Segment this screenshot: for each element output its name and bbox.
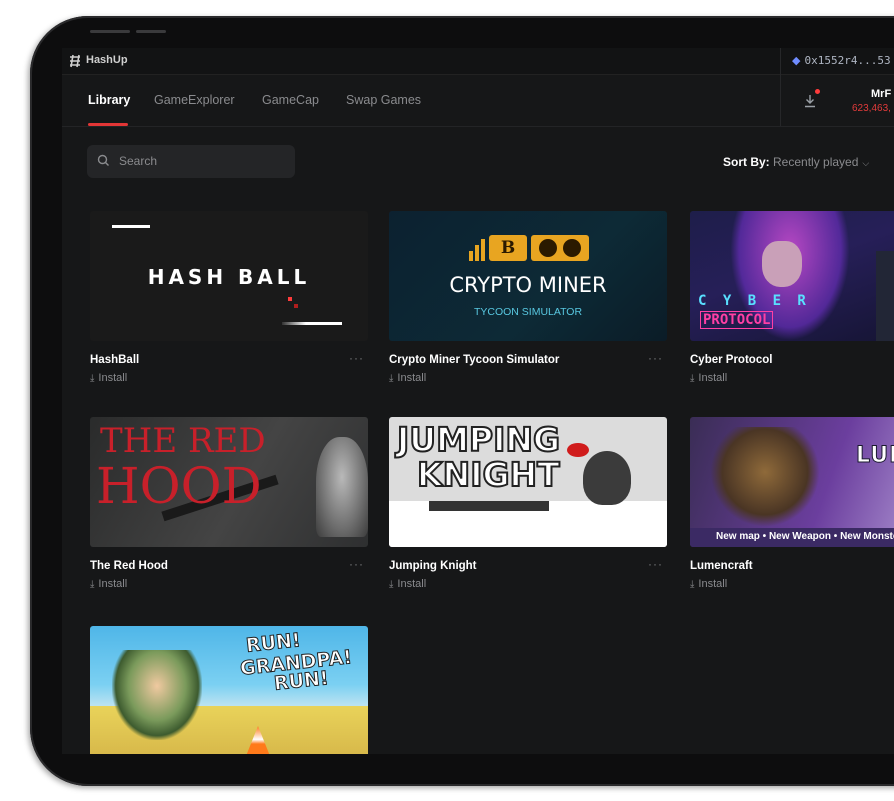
cover-title: C Y B E R bbox=[698, 293, 810, 309]
cover-title: CRYPTO MINER bbox=[449, 273, 607, 297]
app-name: HashUp bbox=[86, 54, 128, 66]
plume-art bbox=[567, 443, 589, 457]
more-options-button[interactable]: ··· bbox=[648, 557, 663, 571]
device-button bbox=[90, 30, 130, 33]
active-tab-indicator bbox=[88, 123, 128, 126]
install-button[interactable]: ⤓ Install bbox=[90, 578, 368, 590]
install-label: Install bbox=[397, 578, 427, 590]
bitcoin-icon: B bbox=[489, 235, 527, 261]
title-bar: HashUp ◆ 0x1552r4...53 bbox=[62, 48, 894, 75]
install-label: Install bbox=[98, 372, 128, 384]
cover-title: THE RED bbox=[100, 421, 266, 461]
install-button[interactable]: ⤓ Install bbox=[690, 372, 894, 384]
install-label: Install bbox=[698, 372, 728, 384]
character-face bbox=[762, 241, 802, 287]
game-cover: B CRYPTO MINER TYCOON SIMULATOR bbox=[389, 211, 667, 341]
sort-value: Recently played bbox=[773, 155, 859, 169]
fan-shape bbox=[563, 239, 581, 257]
fan-shape bbox=[539, 239, 557, 257]
game-card[interactable]: HASH BALL HashBall ··· ⤓ Install bbox=[90, 211, 368, 384]
app-window: HashUp ◆ 0x1552r4...53 Library GameExplor… bbox=[62, 48, 894, 754]
platform-art bbox=[429, 501, 549, 511]
cover-subtitle: TYCOON SIMULATOR bbox=[473, 306, 583, 318]
game-card[interactable]: THE RED HOOD The Red Hood ··· ⤓ Install bbox=[90, 417, 368, 590]
main-nav: Library GameExplorer GameCap Swap Games … bbox=[62, 75, 894, 127]
game-cover: THE RED HOOD bbox=[90, 417, 368, 547]
bar-shape bbox=[469, 251, 473, 261]
install-button[interactable]: ⤓ Install bbox=[389, 372, 667, 384]
game-cover: RUN! GRANDPA! RUN! bbox=[90, 626, 368, 754]
tab-gamecap[interactable]: GameCap bbox=[262, 93, 319, 107]
game-title: Crypto Miner Tycoon Simulator bbox=[389, 354, 560, 366]
ball-trail bbox=[294, 304, 298, 308]
paddle-shape bbox=[112, 225, 150, 228]
game-cover: JUMPING KNIGHT bbox=[389, 417, 667, 547]
wallet-address[interactable]: ◆ 0x1552r4...53 bbox=[792, 54, 891, 67]
device-button bbox=[136, 30, 166, 33]
grandpa-art bbox=[112, 650, 202, 740]
cover-title: HASH BALL bbox=[147, 265, 311, 289]
install-button[interactable]: ⤓ Install bbox=[90, 372, 368, 384]
game-card[interactable]: C Y B E R PROTOCOL Cyber Protocol ⤓ Insta… bbox=[690, 211, 894, 384]
game-card[interactable]: LUMENC New map • New Weapon • New Monste… bbox=[690, 417, 894, 590]
paddle-shape bbox=[282, 322, 342, 325]
game-cover: C Y B E R PROTOCOL bbox=[690, 211, 894, 341]
gpu-icon bbox=[531, 235, 589, 261]
install-label: Install bbox=[98, 578, 128, 590]
tab-library[interactable]: Library bbox=[88, 93, 130, 107]
search-input[interactable]: Search bbox=[87, 145, 295, 178]
bar-shape bbox=[481, 239, 485, 261]
download-icon: ⤓ bbox=[90, 373, 95, 384]
user-name[interactable]: MrF bbox=[871, 88, 891, 100]
cover-title-line: RUN! bbox=[272, 667, 330, 696]
cover-subtitle: PROTOCOL bbox=[700, 311, 774, 329]
more-options-button[interactable]: ··· bbox=[349, 351, 364, 365]
more-options-button[interactable]: ··· bbox=[349, 557, 364, 571]
notification-dot bbox=[815, 89, 820, 94]
game-card[interactable]: RUN! GRANDPA! RUN! bbox=[90, 626, 368, 754]
download-icon[interactable] bbox=[802, 93, 818, 109]
game-title: Jumping Knight bbox=[389, 560, 477, 572]
user-balance: 623,463, bbox=[852, 103, 891, 114]
game-title: Cyber Protocol bbox=[690, 354, 773, 366]
robot-art bbox=[876, 251, 894, 341]
sort-dropdown[interactable]: Sort By: Recently played ⌵ bbox=[723, 155, 869, 169]
download-icon: ⤓ bbox=[690, 373, 695, 384]
game-cover: HASH BALL bbox=[90, 211, 368, 341]
search-placeholder: Search bbox=[119, 154, 158, 168]
hashup-logo-icon bbox=[70, 54, 80, 68]
more-options-button[interactable]: ··· bbox=[648, 351, 663, 365]
search-icon bbox=[97, 154, 109, 166]
ethereum-icon: ◆ bbox=[792, 54, 801, 67]
knight-art bbox=[583, 451, 631, 505]
bar-shape bbox=[475, 245, 479, 261]
tab-gameexplorer[interactable]: GameExplorer bbox=[154, 93, 235, 107]
game-card[interactable]: JUMPING KNIGHT Jumping Knight ··· ⤓ Insta… bbox=[389, 417, 667, 590]
sort-label: Sort By: bbox=[723, 155, 770, 169]
cover-banner: New map • New Weapon • New Monster • bbox=[690, 528, 894, 547]
tab-swap-games[interactable]: Swap Games bbox=[346, 93, 421, 107]
install-button[interactable]: ⤓ Install bbox=[389, 578, 667, 590]
game-title: HashBall bbox=[90, 354, 140, 366]
install-label: Install bbox=[698, 578, 728, 590]
download-icon: ⤓ bbox=[90, 579, 95, 590]
download-icon: ⤓ bbox=[389, 579, 394, 590]
chevron-down-icon: ⌵ bbox=[862, 158, 870, 168]
cover-title: LUMENC bbox=[856, 443, 894, 469]
cover-title: JUMPING bbox=[396, 419, 561, 460]
install-button[interactable]: ⤓ Install bbox=[690, 578, 894, 590]
cover-subtitle: KNIGHT bbox=[416, 454, 561, 495]
game-title: Lumencraft bbox=[690, 560, 753, 572]
wolf-mask-art bbox=[316, 437, 368, 537]
game-title: The Red Hood bbox=[90, 560, 168, 572]
download-icon: ⤓ bbox=[389, 373, 394, 384]
install-label: Install bbox=[397, 372, 427, 384]
ball-shape bbox=[288, 297, 292, 301]
wallet-address-text: 0x1552r4...53 bbox=[804, 54, 891, 67]
mech-character-art bbox=[710, 427, 820, 527]
download-icon: ⤓ bbox=[690, 579, 695, 590]
cover-subtitle: HOOD bbox=[96, 457, 262, 515]
game-cover: LUMENC New map • New Weapon • New Monste… bbox=[690, 417, 894, 547]
game-card[interactable]: B CRYPTO MINER TYCOON SIMULATOR Crypto M… bbox=[389, 211, 667, 384]
